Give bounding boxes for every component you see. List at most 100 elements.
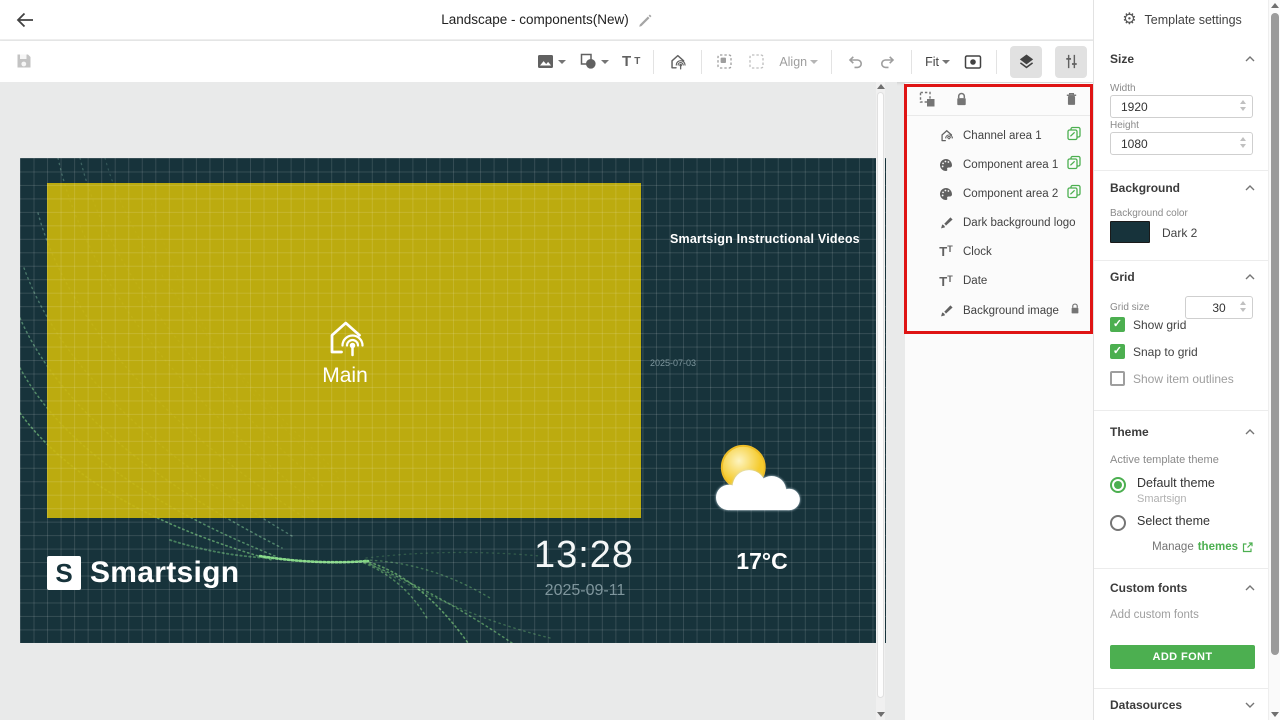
theme-section-heading: Theme <box>1110 425 1149 439</box>
layers-toolbar <box>905 83 1093 116</box>
datasource-link-icon[interactable] <box>1067 184 1081 203</box>
template-editor: Landscape - components(New) <box>0 0 1280 720</box>
channel-placeholder-label[interactable]: Main <box>322 364 368 388</box>
edit-title-icon[interactable] <box>637 12 652 27</box>
collapse-background-icon[interactable] <box>1245 185 1255 191</box>
layer-row-date[interactable]: TT Date <box>905 267 1093 296</box>
datasource-link-icon[interactable] <box>1067 126 1081 145</box>
properties-panel-toggle[interactable] <box>1055 46 1087 78</box>
undo-button[interactable] <box>845 52 865 72</box>
component-icon <box>937 157 955 173</box>
collapse-size-icon[interactable] <box>1245 56 1255 62</box>
shape-dropdown-caret <box>601 60 609 64</box>
radio-unselected-icon <box>1110 515 1126 531</box>
panel-title: Template settings <box>1145 13 1242 27</box>
add-font-button[interactable]: ADD FONT <box>1110 645 1255 669</box>
grid-size-input-wrap <box>1185 296 1253 319</box>
show-grid-checkbox[interactable]: ✓ Show grid <box>1110 317 1186 332</box>
paste-button[interactable] <box>747 52 766 71</box>
width-input[interactable] <box>1111 96 1252 117</box>
layer-row-dark-background-logo[interactable]: Dark background logo <box>905 208 1093 237</box>
section-divider <box>1094 410 1270 411</box>
height-input[interactable] <box>1111 133 1252 154</box>
default-theme-subtitle: Smartsign <box>1137 493 1215 505</box>
insert-channel-button[interactable] <box>667 51 688 72</box>
gear-icon: ⚙ <box>1122 12 1136 28</box>
channel-placeholder-icon[interactable] <box>320 312 370 362</box>
datasource-link-icon[interactable] <box>1067 155 1081 174</box>
manage-themes-link[interactable]: Manage themes <box>1152 541 1253 553</box>
insert-text-button[interactable]: TT <box>622 54 640 69</box>
toolbar-divider <box>911 50 912 74</box>
active-theme-label: Active template theme <box>1110 454 1219 466</box>
background-color-name: Dark 2 <box>1162 226 1197 240</box>
page-scroll-up-arrow[interactable] <box>1271 3 1279 8</box>
layer-row-clock[interactable]: TT Clock <box>905 237 1093 266</box>
checkbox-checked-icon: ✓ <box>1110 317 1125 332</box>
paste-icon <box>747 52 766 71</box>
height-stepper[interactable] <box>1240 137 1246 148</box>
snap-to-grid-checkbox[interactable]: ✓ Snap to grid <box>1110 344 1198 359</box>
layers-panel-toggle[interactable] <box>1010 46 1042 78</box>
section-divider <box>1094 170 1270 171</box>
align-dropdown[interactable]: Align <box>779 55 818 69</box>
template-canvas[interactable]: Smartsign Instructional Videos 2025-07-0… <box>20 158 886 643</box>
text-icon: TT <box>937 245 955 258</box>
component-date-text[interactable]: 2025-07-03 <box>650 358 696 368</box>
smartsign-logo[interactable]: S Smartsign <box>47 556 239 590</box>
date-component[interactable]: 2025-09-11 <box>545 582 626 600</box>
toolbar-divider <box>701 50 702 74</box>
shapes-icon <box>579 52 598 71</box>
temperature-component[interactable]: 17°C <box>736 548 787 575</box>
redo-button[interactable] <box>878 52 898 72</box>
page-scroll-down-arrow[interactable] <box>1271 712 1279 717</box>
smartsign-logo-text: Smartsign <box>90 556 239 590</box>
width-stepper[interactable] <box>1240 100 1246 111</box>
lock-icon[interactable] <box>954 91 969 107</box>
copy-button[interactable] <box>715 52 734 71</box>
page-scrollbar[interactable] <box>1268 0 1280 720</box>
layer-row-background-image[interactable]: Background image <box>905 296 1093 325</box>
canvas-scrollbar-thumb[interactable] <box>877 92 884 698</box>
collapse-theme-icon[interactable] <box>1245 429 1255 435</box>
collapse-grid-icon[interactable] <box>1245 274 1255 280</box>
brush-icon <box>937 215 955 230</box>
locked-icon[interactable] <box>1069 302 1081 320</box>
section-divider <box>1094 568 1270 569</box>
layer-row-component-area-1[interactable]: Component area 1 <box>905 150 1093 179</box>
section-divider <box>1094 260 1270 261</box>
layers-icon <box>1017 52 1036 71</box>
layer-row-channel-area-1[interactable]: Channel area 1 <box>905 121 1093 150</box>
insert-image-button[interactable] <box>536 52 566 71</box>
background-color-swatch[interactable] <box>1110 221 1150 243</box>
show-item-outlines-checkbox[interactable]: Show item outlines <box>1110 371 1234 386</box>
editor-toolbar: TT <box>0 41 1093 82</box>
grid-size-stepper[interactable] <box>1240 301 1246 312</box>
grid-section-heading: Grid <box>1110 270 1135 284</box>
scroll-up-arrow[interactable] <box>877 84 885 89</box>
layer-row-component-area-2[interactable]: Component area 2 <box>905 179 1093 208</box>
clock-component[interactable]: 13:28 <box>534 534 634 577</box>
collapse-fonts-icon[interactable] <box>1245 585 1255 591</box>
back-button[interactable] <box>13 8 37 32</box>
fit-dropdown[interactable]: Fit <box>925 55 950 69</box>
height-label: Height <box>1110 120 1139 131</box>
default-theme-radio[interactable]: Default theme Smartsign <box>1110 477 1215 505</box>
canvas-scrollbar[interactable] <box>876 82 885 720</box>
select-theme-radio[interactable]: Select theme <box>1110 515 1210 531</box>
expand-datasources-icon[interactable] <box>1245 702 1255 708</box>
section-divider <box>1094 688 1270 689</box>
preview-button[interactable] <box>963 52 983 72</box>
component-heading-text[interactable]: Smartsign Instructional Videos <box>670 232 860 246</box>
redo-icon <box>878 52 898 72</box>
group-icon[interactable] <box>919 91 936 108</box>
delete-icon[interactable] <box>1064 91 1079 107</box>
save-button[interactable] <box>14 51 34 76</box>
scroll-down-arrow[interactable] <box>877 712 885 717</box>
smartsign-logo-mark: S <box>47 556 81 590</box>
insert-shape-button[interactable] <box>579 52 609 71</box>
size-section-heading: Size <box>1110 52 1134 66</box>
weather-icon[interactable] <box>696 438 814 516</box>
canvas-workspace: Smartsign Instructional Videos 2025-07-0… <box>0 82 897 720</box>
page-scrollbar-thumb[interactable] <box>1271 13 1279 655</box>
